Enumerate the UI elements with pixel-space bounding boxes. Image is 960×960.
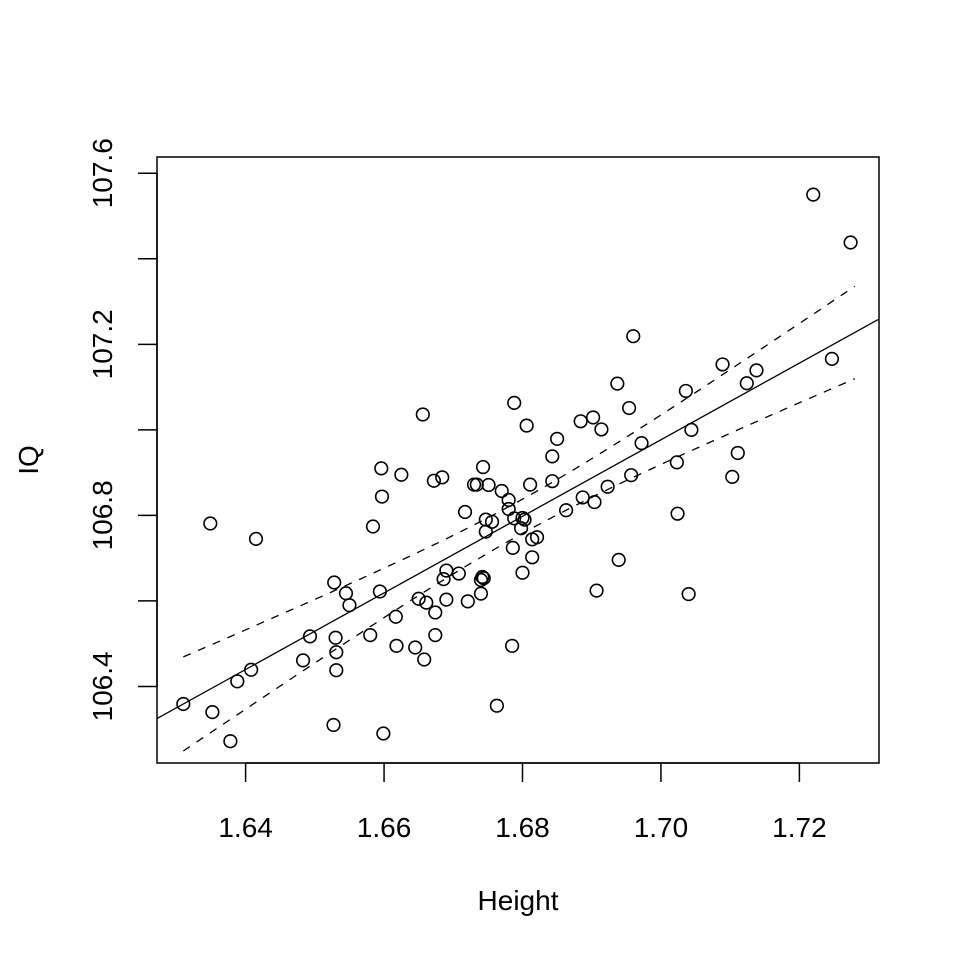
data-point [408,640,423,655]
data-point [515,565,530,580]
data-point [388,609,403,624]
data-point [394,467,409,482]
data-point [806,187,821,202]
confidence-band-upper [183,285,856,658]
data-point [669,455,684,470]
data-point [725,469,740,484]
data-point [469,477,484,492]
x-tick-label: 1.66 [357,812,412,843]
data-point [374,461,389,476]
regression-line [156,318,880,720]
data-point [586,410,601,425]
data-point [415,407,430,422]
data-point [529,530,545,545]
data-point [248,531,264,547]
data-point [428,628,443,643]
data-point [244,662,259,677]
data-point [376,726,391,741]
data-point [426,473,441,488]
data-point [507,395,522,411]
data-point [327,575,342,590]
data-point [203,516,218,531]
data-point [473,586,489,601]
data-point [494,483,509,499]
data-point [481,477,496,493]
data-point [505,638,520,653]
data-point [417,652,432,667]
data-point [389,638,404,653]
data-point [678,383,693,399]
data-point [428,605,443,620]
data-point [589,583,604,598]
x-tick-label: 1.70 [634,812,689,843]
data-point [329,663,344,678]
data-point [505,540,520,555]
points-layer [176,187,858,749]
x-tick-label: 1.64 [218,812,273,843]
confidence-band-lower [182,378,856,752]
x-tick-label: 1.68 [495,812,550,843]
y-axis-label: IQ [13,445,44,475]
data-point [338,586,354,601]
y-tick-label: 106.8 [87,480,118,550]
data-point [460,594,475,609]
data-point [600,479,615,494]
data-point [523,477,538,492]
data-point [681,586,696,602]
data-point [594,422,609,437]
scatter-chart: 1.64 1.66 1.68 1.70 1.72 106.4 106.8 107.2 107.… [13,138,880,916]
data-point [436,572,451,587]
x-axis-label: Height [478,885,559,916]
data-point [489,698,504,713]
data-point [622,400,637,416]
data-point [730,445,745,461]
data-point [439,592,454,607]
data-point [624,468,639,483]
y-tick-label: 106.4 [87,651,118,721]
data-point [824,351,840,366]
data-point [328,630,343,645]
data-point [435,470,450,485]
data-point [573,414,588,429]
data-point [550,431,565,446]
data-point [525,550,540,565]
data-point [749,363,764,378]
y-tick-label: 107.2 [87,309,118,379]
data-point [223,734,238,749]
data-point [519,418,534,433]
data-point [205,705,220,720]
data-point [611,552,626,567]
data-point [545,449,560,464]
data-point [374,489,390,504]
data-point [295,653,311,668]
y-axis: 106.4 106.8 107.2 107.6 [87,138,158,721]
data-point [457,504,473,520]
lines-layer [156,285,880,752]
data-point [326,717,341,733]
plot-box [156,156,880,764]
data-point [739,376,754,391]
data-point [626,329,641,344]
data-point [466,477,482,492]
data-point [670,506,685,521]
data-point [587,495,602,510]
data-point [475,459,491,475]
y-tick-label: 107.6 [87,138,118,208]
data-point [610,376,625,391]
x-axis: 1.64 1.66 1.68 1.70 1.72 [218,762,827,843]
data-point [365,519,381,534]
data-point [419,595,434,610]
data-point [715,357,730,372]
data-point [843,235,858,250]
data-point [363,628,378,643]
x-tick-label: 1.72 [772,812,827,843]
